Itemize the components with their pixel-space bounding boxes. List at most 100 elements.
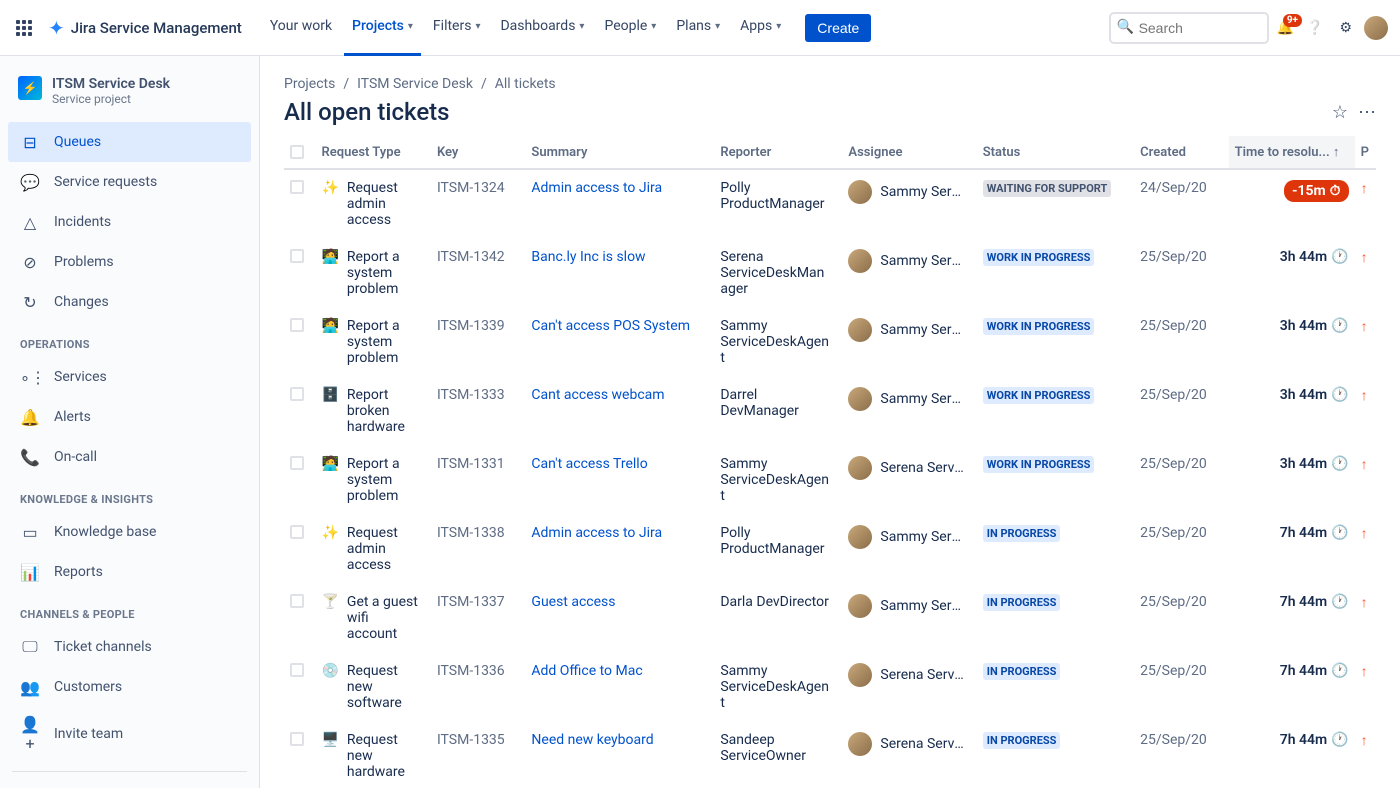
sidebar-item-service-requests[interactable]: 💬Service requests (8, 162, 251, 202)
assignee-name: Sammy Servi... (880, 322, 964, 338)
assignee-avatar[interactable] (848, 732, 872, 756)
nav-item-people[interactable]: People▾ (596, 0, 664, 56)
reporter-name: Darrel DevManager (720, 387, 830, 419)
sidebar-item-icon: 📊 (20, 563, 40, 582)
reporter-name: Polly ProductManager (720, 180, 830, 212)
star-icon[interactable]: ☆ (1332, 102, 1348, 123)
summary-link[interactable]: Add Office to Mac (531, 663, 642, 679)
settings-icon[interactable]: ⚙ (1335, 16, 1356, 40)
project-header[interactable]: ⚡ ITSM Service Desk Service project (8, 72, 251, 122)
ticket-key[interactable]: ITSM-1331 (431, 446, 525, 515)
col-status[interactable]: Status (977, 136, 1134, 169)
assignee-avatar[interactable] (848, 594, 872, 618)
nav-item-your-work[interactable]: Your work (262, 0, 340, 56)
col-created[interactable]: Created (1134, 136, 1228, 169)
assignee-avatar[interactable] (848, 249, 872, 273)
priority-icon: ↑ (1361, 457, 1368, 473)
sidebar-item-problems[interactable]: ⊘Problems (8, 242, 251, 282)
col-priority[interactable]: P (1355, 136, 1376, 169)
sidebar-item-incidents[interactable]: △Incidents (8, 202, 251, 242)
sidebar-item-knowledge-base[interactable]: ▭Knowledge base (8, 512, 251, 552)
jira-logo-icon: ✦ (48, 16, 65, 40)
col-time-to-resolution[interactable]: Time to resolu... ↑ (1229, 136, 1355, 169)
more-icon[interactable]: ⋯ (1358, 102, 1376, 123)
breadcrumb-link[interactable]: All tickets (495, 76, 556, 92)
profile-avatar[interactable] (1364, 16, 1388, 40)
summary-link[interactable]: Can't access Trello (531, 456, 647, 472)
sidebar-item-label: Changes (54, 294, 109, 310)
nav-item-plans[interactable]: Plans▾ (668, 0, 728, 56)
nav-item-dashboards[interactable]: Dashboards▾ (492, 0, 592, 56)
assignee-name: Sammy Servi... (880, 253, 964, 269)
ticket-key[interactable]: ITSM-1336 (431, 653, 525, 722)
assignee-avatar[interactable] (848, 318, 872, 342)
sidebar-item-on-call[interactable]: 📞On-call (8, 437, 251, 477)
sidebar-item-project-settings[interactable]: ⚙ Project settings (8, 782, 251, 788)
sidebar-item-reports[interactable]: 📊Reports (8, 552, 251, 592)
table-row: 🗄️Report broken hardwareITSM-1333Cant ac… (284, 377, 1376, 446)
ticket-key[interactable]: ITSM-1335 (431, 722, 525, 788)
sidebar-item-services[interactable]: ∘⋮Services (8, 357, 251, 397)
row-checkbox[interactable] (290, 318, 304, 332)
summary-link[interactable]: Need new keyboard (531, 732, 653, 748)
row-checkbox[interactable] (290, 594, 304, 608)
sidebar-item-ticket-channels[interactable]: 🖵Ticket channels (8, 627, 251, 667)
nav-item-apps[interactable]: Apps▾ (732, 0, 789, 56)
create-button[interactable]: Create (805, 14, 871, 42)
sidebar-item-queues[interactable]: ⊟Queues (8, 122, 251, 162)
ticket-key[interactable]: ITSM-1339 (431, 308, 525, 377)
sidebar-item-label: Problems (54, 254, 114, 270)
summary-link[interactable]: Admin access to Jira (531, 525, 662, 541)
nav-item-filters[interactable]: Filters▾ (425, 0, 489, 56)
assignee-avatar[interactable] (848, 180, 872, 204)
row-checkbox[interactable] (290, 663, 304, 677)
ticket-key[interactable]: ITSM-1342 (431, 239, 525, 308)
page-title: All open tickets (284, 98, 450, 126)
summary-link[interactable]: Admin access to Jira (531, 180, 662, 196)
col-assignee[interactable]: Assignee (842, 136, 976, 169)
clock-icon: 🕐 (1331, 318, 1348, 334)
row-checkbox[interactable] (290, 387, 304, 401)
nav-item-projects[interactable]: Projects▾ (344, 0, 421, 56)
ticket-key[interactable]: ITSM-1337 (431, 584, 525, 653)
summary-link[interactable]: Guest access (531, 594, 615, 610)
assignee-avatar[interactable] (848, 525, 872, 549)
assignee-avatar[interactable] (848, 456, 872, 480)
row-checkbox[interactable] (290, 180, 304, 194)
breadcrumb-link[interactable]: Projects (284, 76, 335, 92)
sidebar-item-customers[interactable]: 👥Customers (8, 667, 251, 707)
col-reporter[interactable]: Reporter (714, 136, 842, 169)
priority-icon: ↑ (1361, 181, 1368, 197)
ticket-key[interactable]: ITSM-1333 (431, 377, 525, 446)
sidebar-item-changes[interactable]: ↻Changes (8, 282, 251, 322)
row-checkbox[interactable] (290, 456, 304, 470)
sidebar-item-invite-team[interactable]: 👤+Invite team (8, 707, 251, 761)
summary-link[interactable]: Cant access webcam (531, 387, 664, 403)
col-request-type[interactable]: Request Type (315, 136, 430, 169)
notifications-button[interactable]: 🔔 9+ (1277, 20, 1294, 36)
ticket-key[interactable]: ITSM-1324 (431, 169, 525, 239)
sla-breach-badge: -15m ⏱ (1284, 180, 1349, 202)
sidebar-item-icon: △ (20, 213, 40, 232)
priority-icon: ↑ (1361, 733, 1368, 749)
logo[interactable]: ✦ Jira Service Management (48, 16, 242, 40)
priority-icon: ↑ (1361, 595, 1368, 611)
chevron-down-icon: ▾ (776, 21, 781, 32)
row-checkbox[interactable] (290, 249, 304, 263)
time-value: 7h 44m (1280, 732, 1327, 748)
select-all-checkbox[interactable] (290, 145, 304, 159)
app-switcher-icon[interactable] (12, 16, 36, 40)
summary-link[interactable]: Can't access POS System (531, 318, 690, 334)
ticket-key[interactable]: ITSM-1338 (431, 515, 525, 584)
assignee-avatar[interactable] (848, 387, 872, 411)
col-summary[interactable]: Summary (525, 136, 714, 169)
col-key[interactable]: Key (431, 136, 525, 169)
assignee-avatar[interactable] (848, 663, 872, 687)
help-icon[interactable]: ❔ (1302, 16, 1327, 40)
sidebar-item-alerts[interactable]: 🔔Alerts (8, 397, 251, 437)
row-checkbox[interactable] (290, 525, 304, 539)
row-checkbox[interactable] (290, 732, 304, 746)
summary-link[interactable]: Banc.ly Inc is slow (531, 249, 645, 265)
breadcrumb-link[interactable]: ITSM Service Desk (357, 76, 473, 92)
request-type-icon: ✨ (321, 525, 338, 541)
